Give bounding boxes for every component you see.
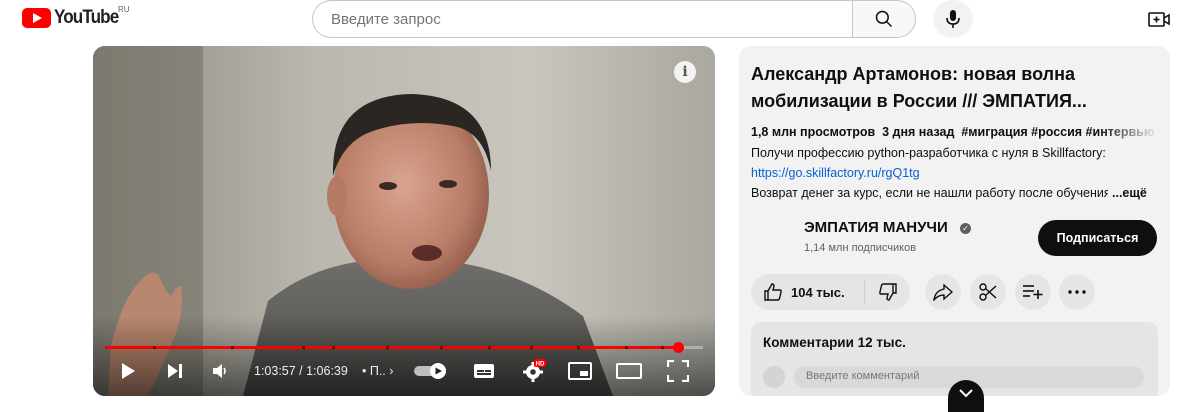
autoplay-toggle-icon: [414, 363, 446, 379]
view-count: 1,8 млн просмотров: [751, 125, 876, 139]
subscribe-button[interactable]: Подписаться: [1038, 220, 1157, 256]
dislike-button[interactable]: [865, 274, 910, 310]
chapter-marker: [386, 346, 390, 349]
time-display: 1:03:57 / 1:06:39: [254, 364, 348, 378]
more-actions-button[interactable]: [1059, 274, 1095, 310]
show-more-button[interactable]: ...ещё: [1108, 186, 1147, 200]
settings-icon: HD: [523, 359, 546, 382]
video-title: Александр Артамонов: новая волна мобилиз…: [751, 64, 1087, 111]
create-button[interactable]: [1147, 8, 1171, 30]
subtitles-icon: [474, 364, 494, 378]
next-button[interactable]: [164, 358, 186, 384]
clip-button[interactable]: [970, 274, 1006, 310]
meta-fade: [1099, 125, 1159, 143]
video-meta[interactable]: 1,8 млн просмотров 3 дня назад #миграция…: [751, 125, 1156, 139]
thumbs-up-icon: [764, 283, 782, 301]
chapter-marker: [625, 346, 629, 349]
description-link[interactable]: https://go.skillfactory.ru/rgQ1tg: [751, 166, 1161, 180]
scroll-down-button[interactable]: [948, 380, 984, 412]
logo-text: YouTube: [54, 7, 119, 28]
volume-button[interactable]: [210, 358, 232, 384]
fullscreen-button[interactable]: [666, 358, 690, 384]
volume-icon: [213, 364, 226, 378]
thumbs-down-icon: [878, 283, 897, 301]
voice-search-button[interactable]: [933, 0, 973, 38]
controls-gradient: [93, 316, 715, 396]
next-icon: [168, 364, 182, 378]
share-icon: [933, 283, 953, 301]
chapter-title[interactable]: • П.. ›: [362, 364, 393, 378]
chapter-marker: [152, 346, 156, 349]
upload-age: 3 дня назад: [882, 125, 955, 139]
chapter-marker: [661, 346, 665, 349]
avatar: [763, 366, 785, 388]
fullscreen-icon: [667, 360, 689, 382]
progress-fill: [105, 346, 679, 349]
chapter-marker: [439, 346, 443, 349]
play-button[interactable]: [117, 358, 139, 384]
video-player[interactable]: i 1:03:57 / 1:06:39 • П.. › HD: [93, 46, 715, 396]
chapter-marker: [230, 346, 234, 349]
info-icon: i: [682, 64, 688, 80]
progress-bar[interactable]: [105, 342, 703, 353]
miniplayer-icon: [568, 362, 592, 380]
chapter-marker: [487, 346, 491, 349]
chevron-down-icon: [959, 389, 973, 398]
chapter-marker: [529, 346, 533, 349]
theater-mode-icon: [616, 363, 642, 379]
comments-count: Комментарии 12 тыс.: [763, 335, 906, 350]
search-button[interactable]: [852, 0, 916, 38]
video-info-panel: Александр Артамонов: новая волна мобилиз…: [739, 46, 1170, 396]
info-button[interactable]: i: [674, 61, 696, 83]
chapter-marker: [332, 346, 336, 349]
save-button[interactable]: [1015, 274, 1051, 310]
more-icon: [1068, 290, 1086, 294]
share-button[interactable]: [925, 274, 961, 310]
youtube-logo[interactable]: YouTube: [22, 7, 125, 29]
search-box[interactable]: [312, 0, 857, 38]
settings-button[interactable]: HD: [521, 358, 547, 384]
region-label: RU: [118, 5, 130, 14]
create-video-icon: [1148, 12, 1170, 27]
microphone-icon: [946, 10, 960, 28]
subtitles-button[interactable]: [471, 358, 497, 384]
description-line-1: Получи профессию python-разработчика с н…: [751, 146, 1106, 160]
autoplay-toggle[interactable]: [413, 358, 449, 384]
like-dislike-group: 104 тыс.: [751, 274, 910, 310]
search-icon: [875, 10, 893, 28]
channel-name[interactable]: ЭМПАТИЯ МАНУЧИ: [804, 219, 948, 236]
description-line-3: Возврат денег за курс, если не нашли раб…: [751, 186, 1111, 200]
chapter-label: • П..: [362, 364, 386, 378]
search-input[interactable]: [331, 10, 857, 28]
miniplayer-button[interactable]: [567, 358, 593, 384]
hd-badge: HD: [536, 362, 545, 368]
clip-icon: [979, 283, 997, 301]
save-playlist-icon: [1023, 285, 1043, 299]
theater-mode-button[interactable]: [615, 358, 643, 384]
youtube-logo-icon: [22, 8, 51, 28]
subscriber-count: 1,14 млн подписчиков: [804, 242, 917, 254]
play-icon: [122, 363, 135, 379]
like-count: 104 тыс.: [791, 284, 845, 300]
chapter-marker: [577, 346, 581, 349]
chapter-marker: [302, 346, 306, 349]
like-button[interactable]: 104 тыс.: [751, 274, 864, 310]
verified-icon: ✓: [960, 223, 971, 234]
